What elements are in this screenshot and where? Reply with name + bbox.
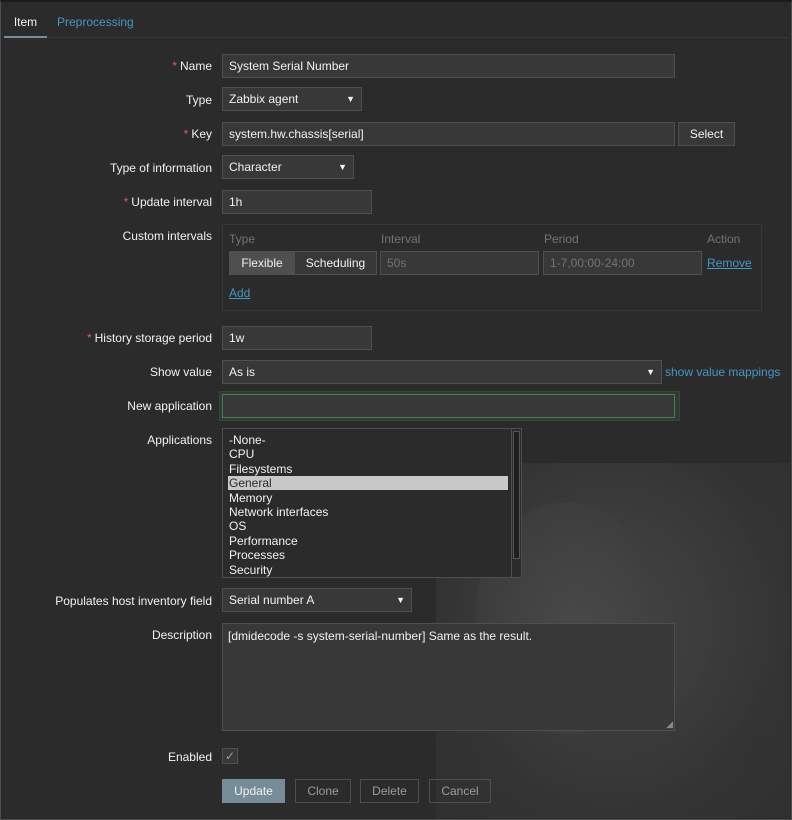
- update-interval-input[interactable]: [222, 190, 372, 214]
- description-text: [dmidecode -s system-serial-number] Same…: [228, 629, 533, 643]
- tab-bar: Item Preprocessing: [4, 8, 788, 38]
- list-item[interactable]: -None-: [228, 433, 508, 447]
- name-label: * Name: [172, 59, 212, 73]
- new-application-input[interactable]: [222, 394, 675, 418]
- scrollbar-thumb[interactable]: [513, 431, 520, 559]
- name-label-text: Name: [179, 59, 212, 73]
- required-marker: *: [86, 331, 92, 345]
- description-textarea[interactable]: [dmidecode -s system-serial-number] Same…: [222, 623, 675, 731]
- tab-item[interactable]: Item: [4, 8, 47, 38]
- inventory-select-value: Serial number A: [229, 593, 315, 607]
- custom-intervals-table: Type Interval Period Action Flexible Sch…: [222, 224, 762, 311]
- triangle-down-icon: ▼: [346, 94, 355, 104]
- resize-grip-icon[interactable]: ◢: [666, 720, 673, 729]
- list-item[interactable]: Processes: [228, 548, 508, 562]
- required-marker: *: [172, 59, 177, 73]
- ci-header-type: Type: [229, 232, 256, 246]
- show-value-mappings-link[interactable]: show value mappings: [665, 365, 780, 379]
- checkmark-icon: ✓: [224, 749, 236, 763]
- custom-intervals-label: Custom intervals: [122, 229, 212, 243]
- update-interval-label-text: Update interval: [131, 195, 212, 209]
- key-label: * Key: [184, 127, 212, 141]
- list-item[interactable]: OS: [228, 519, 508, 533]
- inventory-label: Populates host inventory field: [55, 594, 212, 608]
- ci-add-link[interactable]: Add: [229, 286, 250, 300]
- inventory-select[interactable]: Serial number A ▼: [222, 588, 412, 612]
- key-input[interactable]: [222, 122, 675, 146]
- list-item[interactable]: Network interfaces: [228, 505, 508, 519]
- list-item[interactable]: Filesystems: [228, 462, 508, 476]
- ci-interval-input[interactable]: 50s: [380, 251, 539, 275]
- list-item[interactable]: Security: [228, 563, 508, 577]
- enabled-label: Enabled: [167, 750, 212, 764]
- scheduling-toggle[interactable]: Scheduling: [294, 251, 377, 275]
- delete-button[interactable]: Delete: [360, 779, 419, 803]
- triangle-down-icon: ▼: [396, 595, 405, 605]
- new-application-label: New application: [127, 399, 212, 413]
- required-marker: *: [123, 195, 129, 209]
- ci-header-period: Period: [544, 232, 579, 246]
- type-of-information-value: Character: [229, 160, 282, 174]
- description-label: Description: [151, 628, 212, 642]
- triangle-down-icon: ▼: [646, 367, 655, 377]
- list-item[interactable]: Performance: [228, 534, 508, 548]
- show-value-label: Show value: [149, 365, 212, 379]
- type-of-information-label: Type of information: [109, 161, 212, 175]
- ci-header-interval: Interval: [381, 232, 421, 246]
- triangle-down-icon: ▼: [338, 162, 347, 172]
- type-label: Type: [185, 93, 212, 107]
- show-value-select[interactable]: As is ▼: [222, 360, 662, 384]
- applications-listbox[interactable]: -None- CPU Filesystems General Memory Ne…: [222, 428, 522, 578]
- type-of-information-select[interactable]: Character ▼: [222, 155, 354, 179]
- update-button[interactable]: Update: [222, 779, 285, 803]
- list-item[interactable]: CPU: [228, 447, 508, 461]
- listbox-scrollbar[interactable]: [511, 429, 521, 577]
- applications-label: Applications: [147, 433, 212, 447]
- cancel-button[interactable]: Cancel: [429, 779, 491, 803]
- show-value-value: As is: [229, 365, 256, 379]
- type-select[interactable]: Zabbix agent ▼: [222, 87, 362, 111]
- name-input[interactable]: [222, 54, 675, 78]
- list-item[interactable]: Memory: [228, 491, 508, 505]
- update-interval-label: * Update interval: [124, 195, 212, 209]
- required-marker: *: [183, 127, 189, 141]
- history-label-text: History storage period: [94, 331, 212, 345]
- tab-preprocessing[interactable]: Preprocessing: [57, 8, 134, 38]
- clone-button[interactable]: Clone: [295, 779, 351, 803]
- history-label: * History storage period: [87, 331, 212, 345]
- key-label-text: Key: [191, 127, 212, 141]
- ci-period-input[interactable]: 1-7,00:00-24:00: [543, 251, 702, 275]
- history-input[interactable]: [222, 326, 372, 350]
- list-item-selected[interactable]: General: [228, 476, 508, 490]
- ci-remove-link[interactable]: Remove: [707, 256, 752, 270]
- key-select-button[interactable]: Select: [678, 122, 735, 146]
- flexible-toggle[interactable]: Flexible: [229, 251, 295, 275]
- ci-header-action: Action: [707, 232, 741, 246]
- type-select-value: Zabbix agent: [229, 92, 299, 106]
- enabled-checkbox[interactable]: ✓: [222, 748, 238, 764]
